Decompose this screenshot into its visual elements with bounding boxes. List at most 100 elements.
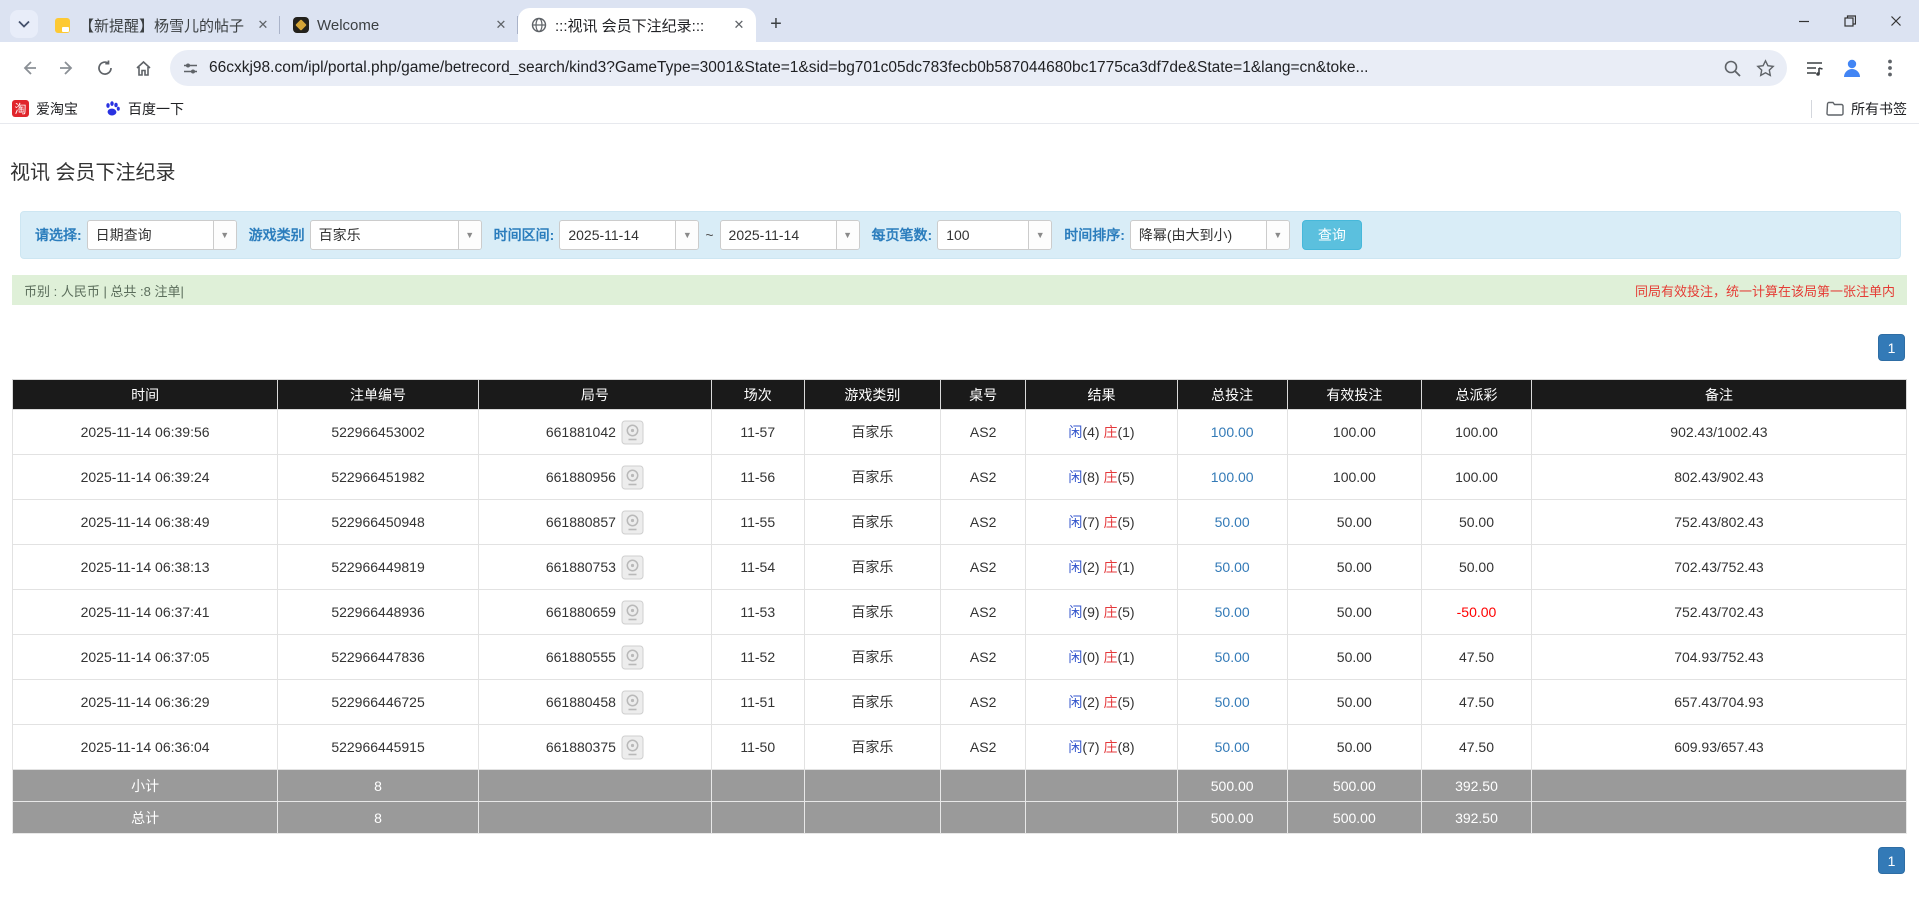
cell-bet-id: 522966448936 [277,589,479,635]
restore-button[interactable] [1827,0,1873,42]
media-controls-button[interactable] [1797,51,1831,85]
video-replay-icon[interactable] [621,600,644,625]
tab-close-icon[interactable]: ✕ [492,16,510,34]
cell-result: 闲(7) 庄(5) [1025,499,1178,545]
profile-avatar[interactable] [1835,51,1869,85]
zoom-icon[interactable] [1723,59,1742,78]
cell-result: 闲(9) 庄(5) [1025,589,1178,635]
query-type-label: 请选择: [35,227,82,243]
forward-button[interactable] [50,51,84,85]
select-value: 日期查询 [95,227,152,243]
cell-payout: 50.00 [1421,544,1532,590]
back-button[interactable] [12,51,46,85]
chevron-down-icon[interactable]: ▼ [212,221,236,249]
cell-valid-bet: 50.00 [1286,634,1423,680]
total-bet-link[interactable]: 50.00 [1215,514,1250,530]
cell-game-type: 百家乐 [803,724,942,770]
cell-time: 2025-11-14 06:36:29 [11,679,279,725]
total-bet-link[interactable]: 50.00 [1215,739,1250,755]
sort-order-select[interactable]: 降幂(由大到小) ▼ [1129,220,1290,250]
cell-round: 661880857 [477,499,712,545]
cell-table: AS2 [940,499,1027,545]
date-from-select[interactable]: 2025-11-14 ▼ [559,220,700,250]
sum-total-bet: 500.00 [1176,769,1288,802]
tab-title: :::视讯 会员下注纪录::: [555,17,705,35]
chevron-down-icon[interactable]: ▼ [457,221,481,249]
video-replay-icon[interactable] [621,735,644,760]
window-controls [1781,0,1919,42]
range-separator: ~ [705,227,714,243]
cell-payout: 47.50 [1421,724,1532,770]
game-type-select[interactable]: 百家乐 ▼ [309,220,482,250]
filter-bar: 请选择: 日期查询 ▼ 游戏类别 百家乐 ▼ 时间区间: 2025-11-14 … [20,211,1901,259]
page-1-button[interactable]: 1 [1878,334,1905,361]
cell-payout: 100.00 [1421,409,1532,455]
three-dot-menu-icon [1888,59,1892,77]
select-value: 2025-11-14 [728,227,800,243]
cell-bet-id: 522966453002 [277,409,479,455]
bookmark-star-icon[interactable] [1756,58,1775,78]
bookmark-baidu[interactable]: 百度一下 [104,99,184,119]
chevron-down-icon[interactable]: ▼ [1028,221,1052,249]
bookmark-aitaobao[interactable]: 淘 爱淘宝 [12,99,78,119]
video-replay-icon[interactable] [621,510,644,535]
site-info-icon[interactable] [182,60,199,77]
cell-bet-id: 522966449819 [277,544,479,590]
subtotal-row: 小计 8 500.00 500.00 392.50 [11,769,1908,802]
tab-welcome[interactable]: Welcome ✕ [280,8,518,42]
total-bet-link[interactable]: 100.00 [1211,424,1254,440]
chevron-down-icon[interactable]: ▼ [675,221,699,249]
date-to-select[interactable]: 2025-11-14 ▼ [719,220,860,250]
cell-game-type: 百家乐 [803,499,942,545]
cell-payout: 50.00 [1421,499,1532,545]
new-tab-button[interactable]: + [762,10,790,38]
reload-icon [98,60,112,75]
tab-search-chevron-button[interactable] [10,10,38,38]
cell-valid-bet: 100.00 [1286,454,1423,500]
cell-round: 661880555 [477,634,712,680]
col-header-note: 备注 [1530,379,1908,410]
cell-table: AS2 [940,409,1027,455]
table-row: 2025-11-14 06:37:41 522966448936 661880659… [11,589,1908,635]
tab-forum[interactable]: 【新提醒】杨雪儿的帖子 - 海燕 ✕ [42,8,280,42]
col-header-result: 结果 [1025,379,1178,410]
total-bet-link[interactable]: 50.00 [1215,604,1250,620]
home-button[interactable] [126,51,160,85]
address-bar[interactable]: 66cxkj98.com/ipl/portal.php/game/betreco… [170,50,1787,86]
cell-session: 11-53 [710,589,805,635]
page-size-select[interactable]: 100 ▼ [937,220,1053,250]
cell-payout: 100.00 [1421,454,1532,500]
reload-button[interactable] [88,51,122,85]
search-button[interactable]: 查询 [1301,220,1362,250]
cell-total-bet: 100.00 [1176,409,1288,455]
cell-payout: 47.50 [1421,634,1532,680]
tab-close-icon[interactable]: ✕ [730,16,748,34]
tab-title: 【新提醒】杨雪儿的帖子 - 海燕 [79,17,246,35]
cell-note: 802.43/902.43 [1530,454,1908,500]
chevron-down-icon[interactable]: ▼ [835,221,859,249]
video-replay-icon[interactable] [621,555,644,580]
total-bet-link[interactable]: 50.00 [1215,649,1250,665]
browser-menu-button[interactable] [1873,51,1907,85]
all-bookmarks-button[interactable]: 所有书签 [1826,99,1907,119]
video-replay-icon[interactable] [621,645,644,670]
toolbar-right [1795,51,1909,85]
tab-close-icon[interactable]: ✕ [254,16,272,34]
video-replay-icon[interactable] [621,465,644,490]
chevron-down-icon[interactable]: ▼ [1265,221,1289,249]
total-bet-link[interactable]: 100.00 [1211,469,1254,485]
query-type-select[interactable]: 日期查询 ▼ [86,220,237,250]
tab-bet-records-active[interactable]: :::视讯 会员下注纪录::: ✕ [518,8,756,42]
col-header-session: 场次 [710,379,805,410]
sum-payout: 392.50 [1421,801,1532,834]
total-bet-link[interactable]: 50.00 [1215,559,1250,575]
page-1-button[interactable]: 1 [1878,847,1905,874]
url-text[interactable]: 66cxkj98.com/ipl/portal.php/game/betreco… [209,59,1713,77]
cell-game-type: 百家乐 [803,679,942,725]
cell-table: AS2 [940,544,1027,590]
video-replay-icon[interactable] [621,420,644,445]
minimize-button[interactable] [1781,0,1827,42]
close-window-button[interactable] [1873,0,1919,42]
total-bet-link[interactable]: 50.00 [1215,694,1250,710]
video-replay-icon[interactable] [621,690,644,715]
